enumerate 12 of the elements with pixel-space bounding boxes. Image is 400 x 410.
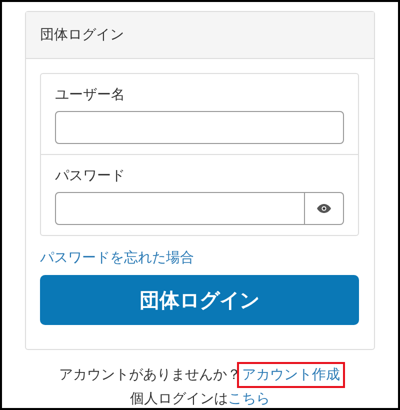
footer-text: アカウントがありませんか？ [59, 366, 241, 384]
footer-link[interactable]: こちら [228, 390, 270, 408]
show-password-button[interactable] [305, 192, 344, 225]
username-field[interactable] [55, 111, 344, 144]
footer-text: 個人ログインは [130, 390, 228, 408]
panel-title: 団体ログイン [26, 12, 374, 59]
field-label: パスワード [55, 167, 126, 185]
eye-icon [317, 204, 331, 213]
field-label: ユーザー名 [55, 86, 126, 104]
login-button[interactable]: 団体ログイン [40, 275, 359, 325]
forgot-password-link[interactable]: パスワードを忘れた場合 [40, 249, 194, 267]
password-field[interactable] [55, 192, 305, 225]
